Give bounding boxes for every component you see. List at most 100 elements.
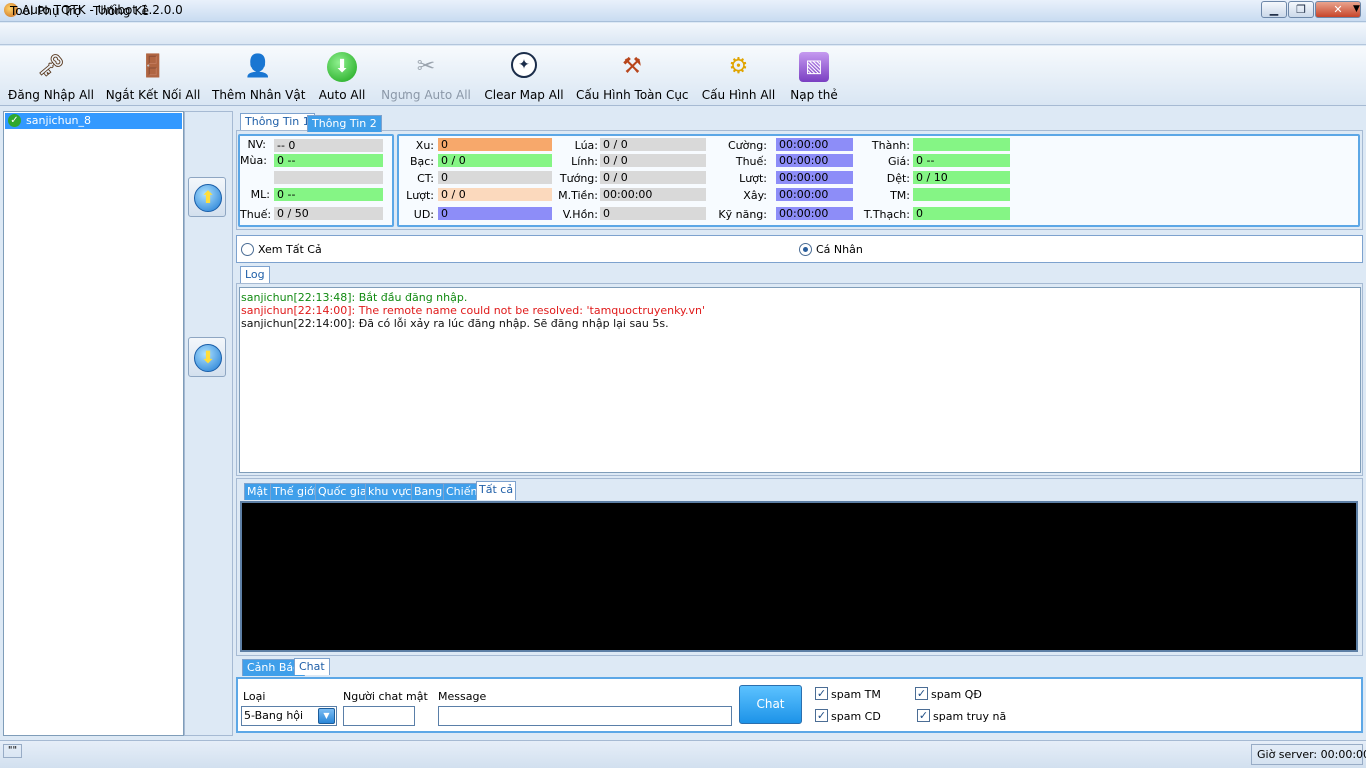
clear-map-all-label: Clear Map All [484, 88, 564, 102]
config-all-label: Cấu Hình All [701, 88, 776, 102]
turns-value: 0 / 0 [438, 188, 552, 201]
card-icon: ▧ [799, 52, 829, 82]
spam-qd-checkbox[interactable]: ✓ [915, 687, 928, 700]
soldier-label: Lính: [571, 155, 598, 168]
rice-label: Lúa: [574, 139, 598, 152]
turns-label: Lượt: [406, 189, 434, 202]
tab-region[interactable]: khu vực [365, 483, 415, 500]
skill-label: Kỹ năng: [718, 208, 767, 221]
tab-chat[interactable]: Chat [294, 658, 330, 675]
spam-wanted-checkbox[interactable]: ✓ [917, 709, 930, 722]
login-key-icon: 🗝 [37, 54, 65, 79]
turn-timer-value: 00:00:00 [776, 171, 853, 184]
tools-icon: ⚒ [622, 54, 642, 79]
add-character-button[interactable]: 👤 Thêm Nhân Vật [212, 46, 305, 104]
add-character-icon: 👤 [244, 54, 272, 79]
scissors-icon: ✂ [416, 54, 436, 79]
compass-icon: ✦ [511, 52, 537, 78]
account-list[interactable]: ✓ sanjichun_8 [3, 111, 184, 736]
spam-wanted-label: spam truy nã [933, 710, 1007, 723]
server-time: Giờ server: 00:00:00 [1251, 744, 1366, 765]
ml-label: ML: [250, 188, 270, 201]
tab-guild[interactable]: Bang [411, 483, 446, 500]
tab-info-1[interactable]: Thông Tin 1 [240, 113, 315, 130]
log-line: sanjichun[22:13:48]: Bắt đầu đăng nhập. [241, 291, 468, 304]
strength-label: Cường: [727, 139, 767, 152]
ct-label: CT: [417, 172, 434, 185]
move-down-button[interactable]: ⬇ [188, 337, 226, 377]
tab-private[interactable]: Mật [244, 483, 271, 500]
mtien-label: M.Tiền: [558, 189, 598, 202]
move-up-button[interactable]: ⬆ [188, 177, 226, 217]
tm-label: TM: [890, 189, 910, 202]
city-value [913, 138, 1010, 151]
maximize-button[interactable]: ❐ [1288, 1, 1314, 18]
weave-label: Dệt: [886, 172, 910, 185]
menu-statistics[interactable]: Thống Kê [93, 4, 149, 18]
title-bar [0, 0, 1366, 22]
login-all-button[interactable]: 🗝 Đăng Nhập All [6, 46, 96, 104]
strength-value: 00:00:00 [776, 138, 853, 151]
account-row[interactable]: ✓ sanjichun_8 [5, 113, 182, 129]
message-label: Message [438, 690, 487, 703]
global-config-button[interactable]: ⚒ Cấu Hình Toàn Cục [576, 46, 689, 104]
minimize-button[interactable]: ▁ [1261, 1, 1287, 18]
vhon-label: V.Hồn: [562, 208, 598, 221]
mtien-value: 00:00:00 [600, 188, 706, 201]
tab-all[interactable]: Tất cả [476, 481, 517, 500]
build-value: 00:00:00 [776, 188, 853, 201]
personal-label[interactable]: Cá Nhân [816, 243, 863, 256]
tax-timer-value: 00:00:00 [776, 154, 853, 167]
spam-cd-label: spam CD [831, 710, 881, 723]
tab-nation[interactable]: Quốc gia [315, 483, 370, 500]
build-label: Xây: [743, 189, 767, 202]
menu-overflow-icon[interactable]: ▼ [1353, 4, 1360, 14]
toolbar: 🗝 Đăng Nhập All 🚪 Ngắt Kết Nối All 👤 Thê… [0, 46, 1366, 106]
tab-info-2[interactable]: Thông Tin 2 [307, 115, 382, 132]
auto-all-button[interactable]: ⬇ Auto All [312, 46, 372, 104]
arrow-down-icon: ⬇ [194, 344, 222, 372]
type-label: Loại [243, 690, 266, 703]
clear-map-all-button[interactable]: ✦ Clear Map All [484, 46, 564, 104]
spam-cd-checkbox[interactable]: ✓ [815, 709, 828, 722]
menu-tool-support[interactable]: Tool Phụ Trợ [10, 4, 81, 18]
online-check-icon: ✓ [8, 114, 21, 127]
spam-qd-label: spam QĐ [931, 688, 982, 701]
chat-display[interactable] [240, 501, 1358, 652]
stop-auto-all-button[interactable]: ✂ Ngưng Auto All [380, 46, 472, 104]
disconnect-all-button[interactable]: 🚪 Ngắt Kết Nối All [104, 46, 202, 104]
menu-bar [0, 23, 1366, 45]
arrow-up-icon: ⬆ [194, 184, 222, 212]
disconnect-all-label: Ngắt Kết Nối All [105, 88, 201, 102]
weave-value: 0 / 10 [913, 171, 1010, 184]
xu-value: 0 [438, 138, 552, 151]
spam-tm-checkbox[interactable]: ✓ [815, 687, 828, 700]
view-all-radio[interactable] [241, 243, 254, 256]
stop-auto-all-label: Ngưng Auto All [381, 88, 471, 102]
message-input[interactable] [438, 706, 732, 726]
log-line: sanjichun[22:14:00]: The remote name cou… [241, 304, 705, 317]
tab-log[interactable]: Log [240, 266, 270, 283]
chevron-down-icon[interactable]: ▼ [318, 708, 335, 724]
auto-all-label: Auto All [318, 88, 366, 102]
ud-label: UD: [413, 208, 434, 221]
config-all-button[interactable]: ⚙ Cấu Hình All [700, 46, 777, 104]
nv-label: NV: [247, 138, 266, 151]
tthach-label: T.Thạch: [863, 208, 910, 221]
top-up-card-button[interactable]: ▧ Nạp thẻ [788, 46, 840, 104]
private-chat-input[interactable] [343, 706, 415, 726]
tab-battle[interactable]: Chiến [443, 483, 481, 500]
send-chat-button[interactable]: Chat [739, 685, 802, 724]
silver-value: 0 / 0 [438, 154, 552, 167]
private-chat-label: Người chat mật [343, 690, 428, 703]
season-label: Mùa: [240, 154, 267, 167]
tab-world[interactable]: Thế giới [270, 483, 320, 500]
download-arrow-icon: ⬇ [327, 52, 357, 82]
ud-value: 0 [438, 207, 552, 220]
personal-radio[interactable] [799, 243, 812, 256]
nv-value: -- 0 [274, 139, 383, 152]
general-value: 0 / 0 [600, 171, 706, 184]
view-all-label[interactable]: Xem Tất Cả [258, 243, 322, 256]
ct-value: 0 [438, 171, 552, 184]
ml-value: 0 -- [274, 188, 383, 201]
